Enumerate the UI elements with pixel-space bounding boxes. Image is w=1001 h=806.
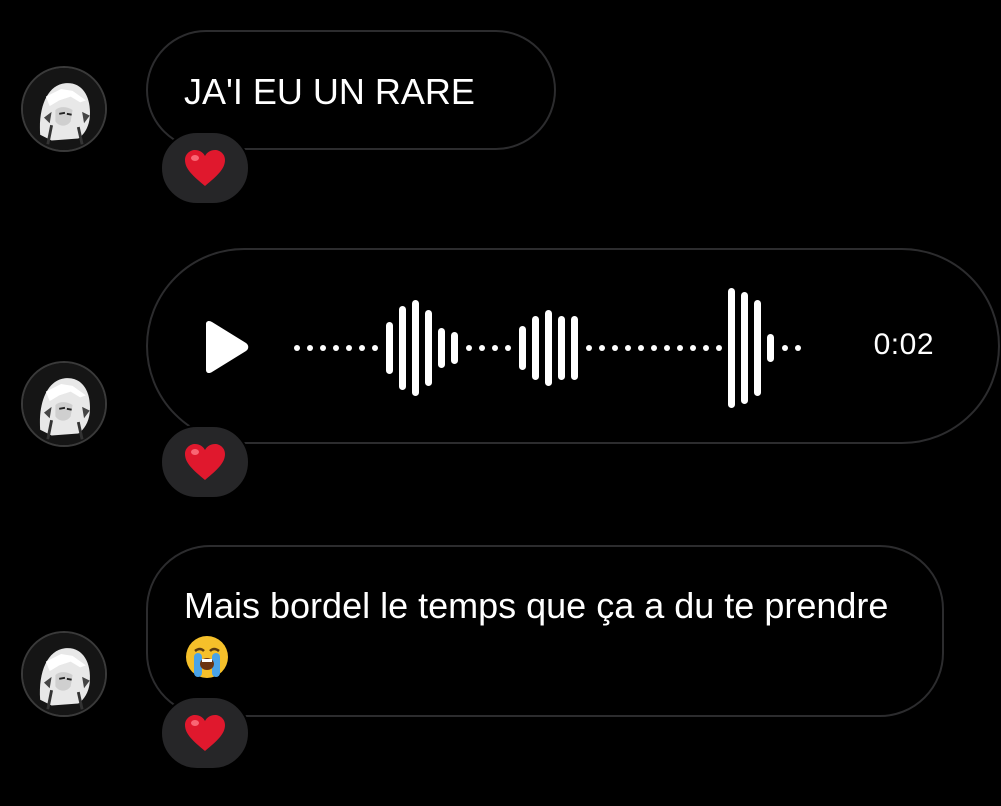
sender-avatar[interactable] (21, 361, 107, 447)
play-icon[interactable] (200, 320, 250, 374)
anime-avatar-image (23, 68, 105, 150)
heart-reaction[interactable] (160, 131, 250, 205)
heart-reaction[interactable] (160, 696, 250, 770)
heart-icon (185, 715, 225, 751)
loudly-crying-face-icon (186, 636, 228, 678)
heart-reaction[interactable] (160, 425, 250, 499)
heart-icon (185, 444, 225, 480)
sender-avatar[interactable] (21, 631, 107, 717)
sender-avatar[interactable] (21, 66, 107, 152)
voice-message-bubble[interactable]: 0:02 (146, 248, 1000, 444)
message-text: Mais bordel le temps que ça a du te pren… (184, 585, 889, 626)
voice-duration: 0:02 (873, 328, 934, 361)
message-text: JA'I EU UN RARE (184, 71, 475, 112)
anime-avatar-image (23, 633, 105, 715)
heart-icon (185, 150, 225, 186)
message-bubble-3[interactable]: Mais bordel le temps que ça a du te pren… (146, 545, 944, 717)
audio-waveform[interactable] (294, 280, 834, 416)
anime-avatar-image (23, 363, 105, 445)
